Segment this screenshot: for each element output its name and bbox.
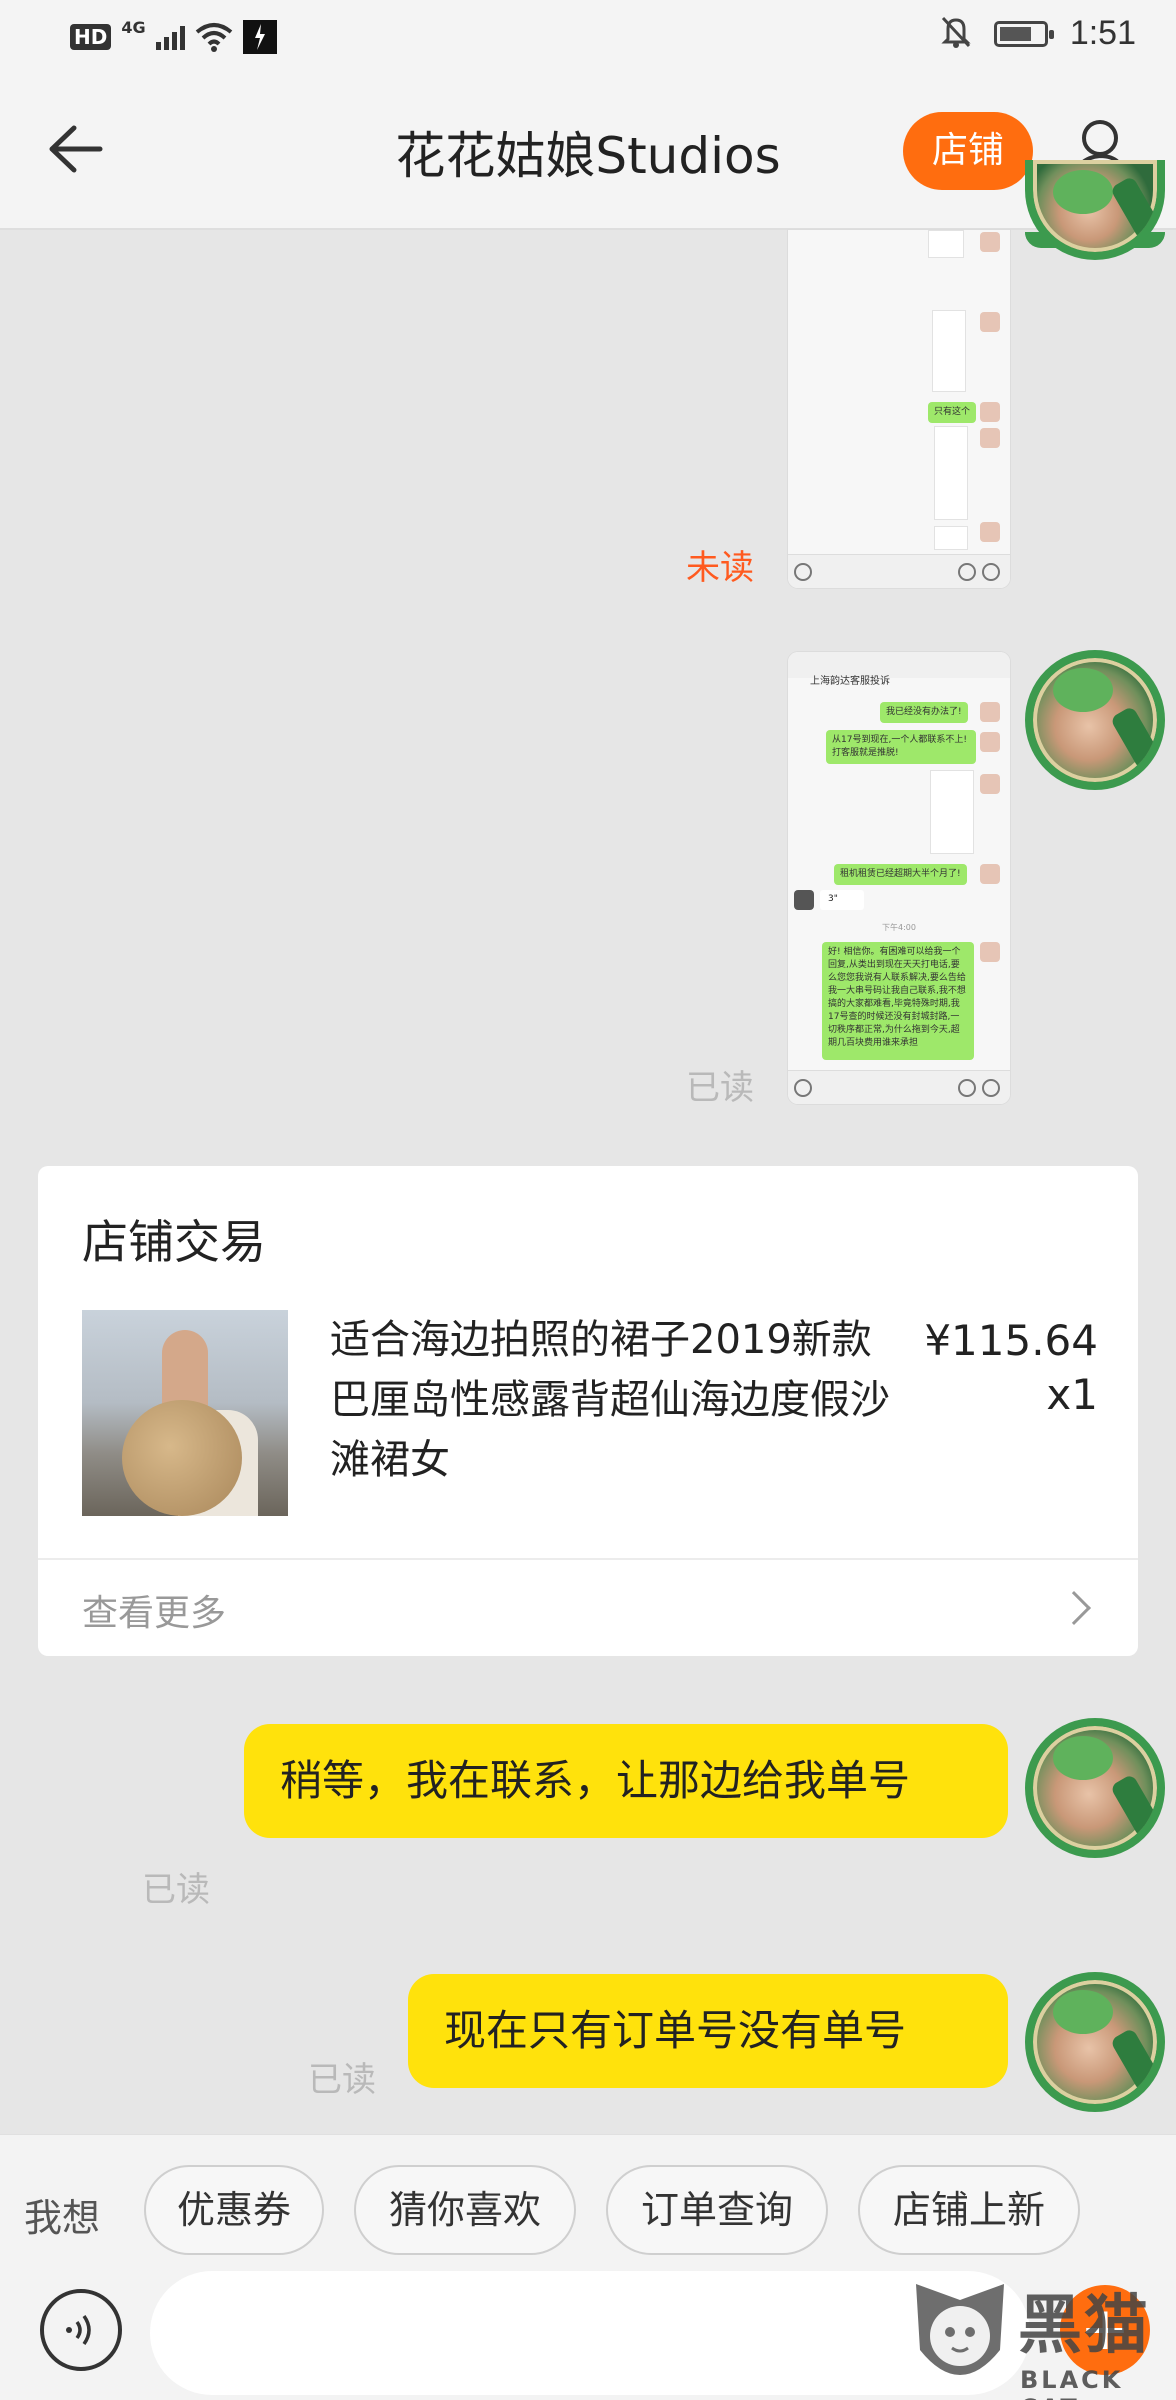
network-type: 4G: [121, 17, 146, 37]
chevron-right-icon[interactable]: [1057, 1591, 1091, 1625]
product-image[interactable]: [82, 1310, 288, 1516]
screenshot-avatar: [980, 522, 1000, 542]
order-card[interactable]: 店铺交易 适合海边拍照的裙子2019新款巴厘岛性感露背超仙海边度假沙滩裙女 ¥1…: [38, 1166, 1138, 1656]
voice-button[interactable]: [40, 2289, 122, 2371]
chip-recommend[interactable]: 猜你喜欢: [354, 2165, 576, 2255]
chip-new-arrivals[interactable]: 店铺上新: [858, 2165, 1080, 2255]
read-status: 已读: [142, 1870, 210, 1910]
screenshot-bubble: 只有这个: [928, 402, 977, 423]
product-name[interactable]: 适合海边拍照的裙子2019新款巴厘岛性感露背超仙海边度假沙滩裙女: [330, 1310, 890, 1490]
chat-title: 花花姑娘Studios: [395, 127, 781, 185]
back-button[interactable]: [36, 114, 116, 184]
screenshot-document: [930, 770, 974, 854]
screenshot-input-bar: [788, 1070, 1010, 1104]
order-card-title: 店铺交易: [82, 1215, 266, 1269]
screenshot-document: [934, 526, 968, 550]
screenshot-avatar: [980, 402, 1000, 422]
screenshot-avatar: [980, 232, 1000, 252]
screenshot-avatar: [980, 942, 1000, 962]
quick-reply-label: 我想: [24, 2196, 101, 2240]
my-avatar[interactable]: [1025, 1718, 1165, 1858]
watermark-logo: 黑猫 BLACK CAT: [900, 2280, 1176, 2400]
sim-icon: [242, 20, 277, 54]
see-more-link[interactable]: 查看更多: [82, 1584, 226, 1636]
clock: 1:51: [1069, 14, 1136, 52]
voice-icon: [66, 2314, 91, 2346]
chip-coupon[interactable]: 优惠券: [144, 2165, 324, 2255]
watermark-cn-text: 黑猫: [1018, 2289, 1150, 2363]
message-input[interactable]: [150, 2271, 1030, 2395]
screenshot-document: [932, 310, 966, 392]
chip-order-query[interactable]: 订单查询: [606, 2165, 828, 2255]
status-left: HD 4G: [70, 17, 277, 54]
wifi-icon: [195, 22, 233, 52]
screenshot-header: 上海韵达客服投诉: [810, 676, 890, 687]
product-quantity: x1: [1046, 1370, 1098, 1419]
screenshot-bubble: 我已经没有办法了!: [880, 702, 968, 723]
product-price: ¥115.64: [924, 1316, 1098, 1365]
screenshot-avatar: [980, 702, 1000, 722]
screenshot-avatar: [980, 774, 1000, 794]
screenshot-avatar: [980, 312, 1000, 332]
screenshot-avatar: [980, 732, 1000, 752]
back-arrow-icon: [49, 125, 103, 173]
read-status: 已读: [308, 2060, 376, 2100]
screenshot-bubble: 好! 相信你。有困难可以给我一个回复,从类出到现在天天打电话,要么您您我说有人联…: [822, 942, 974, 1060]
screenshot-bubble: 从17号到现在,一个人都联系不上! 打客服就是推脱!: [826, 730, 976, 764]
image-message[interactable]: 只有这个: [788, 230, 1010, 588]
status-right: 1:51: [940, 14, 1136, 53]
unread-status: 未读: [686, 548, 754, 588]
screenshot-document: [928, 230, 964, 258]
image-message[interactable]: 上海韵达客服投诉 我已经没有办法了! 从17号到现在,一个人都联系不上! 打客服…: [788, 652, 1010, 1104]
battery-icon: [993, 20, 1054, 47]
screenshot-avatar: [980, 864, 1000, 884]
my-avatar[interactable]: [1025, 650, 1165, 790]
shop-button[interactable]: 店铺: [903, 112, 1033, 190]
status-bar: HD 4G 1:51: [0, 0, 1176, 72]
hd-badge: HD: [70, 24, 112, 50]
text-message[interactable]: 稍等，我在联系，让那边给我单号: [244, 1724, 1008, 1838]
read-status: 已读: [686, 1068, 754, 1108]
mute-bell-icon: [940, 15, 972, 53]
screenshot-document: [934, 426, 968, 520]
screenshot-avatar: [980, 428, 1000, 448]
signal-icon: [155, 24, 185, 50]
cat-logo-icon: [916, 2284, 1004, 2375]
screenshot-input-bar: [788, 554, 1010, 588]
divider: [38, 1558, 1138, 1560]
nav-bar: 花花姑娘Studios 店铺: [0, 72, 1176, 230]
my-avatar[interactable]: [1025, 1972, 1165, 2112]
screenshot-time: 下午4:00: [882, 923, 916, 932]
screenshot-voice: 3": [820, 890, 864, 910]
text-message[interactable]: 现在只有订单号没有单号: [408, 1974, 1008, 2088]
screenshot-bubble: 租机租赁已经超期大半个月了!: [834, 864, 967, 885]
screenshot-contact-avatar: [794, 890, 814, 910]
watermark-en-text: BLACK CAT: [1020, 2366, 1124, 2400]
